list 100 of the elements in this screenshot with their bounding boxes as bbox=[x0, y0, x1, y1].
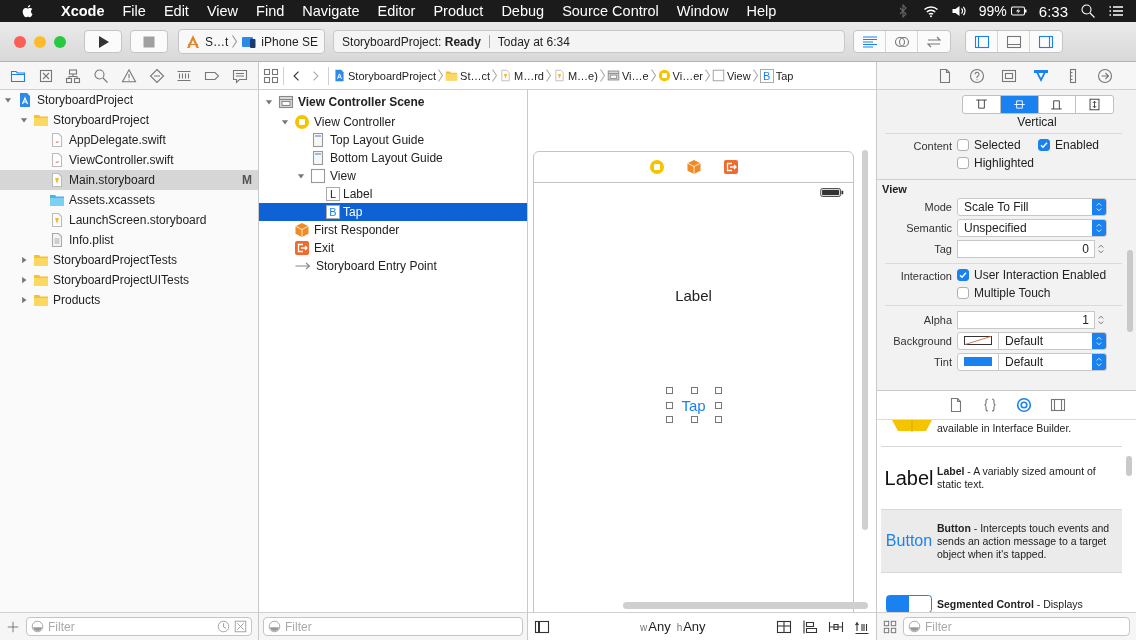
checkbox[interactable] bbox=[957, 157, 969, 169]
disclosure-triangle-icon[interactable] bbox=[19, 255, 29, 265]
project-tree-row[interactable]: Assets.xcassets bbox=[0, 190, 258, 210]
film-icon bbox=[1049, 397, 1066, 413]
clock-icon[interactable] bbox=[217, 620, 230, 633]
outline-item[interactable]: Storyboard Entry Point bbox=[259, 257, 527, 275]
outline-item[interactable]: Bottom Layout Guide bbox=[259, 149, 527, 167]
menu-item[interactable]: Edit bbox=[154, 3, 198, 19]
menu-item[interactable]: Editor bbox=[368, 3, 425, 19]
disclosure-triangle-icon[interactable] bbox=[19, 115, 29, 125]
checkbox[interactable] bbox=[1038, 139, 1050, 151]
library-item[interactable]: Button Button - Intercepts touch events and sends an action message to a target object when it's tapped. bbox=[881, 510, 1122, 573]
checkbox[interactable] bbox=[957, 139, 969, 151]
project-tree-row[interactable]: LaunchScreen.storyboard bbox=[0, 210, 258, 230]
outline-item[interactable]: Top Layout Guide bbox=[259, 131, 527, 149]
grid-icon[interactable] bbox=[263, 67, 279, 84]
disclosure-triangle-icon[interactable] bbox=[264, 97, 274, 107]
path-item[interactable]: View bbox=[712, 69, 751, 82]
outline-item[interactable]: First Responder bbox=[259, 221, 527, 239]
disclosure-triangle-icon[interactable] bbox=[296, 171, 306, 181]
selection-handle[interactable] bbox=[690, 416, 698, 423]
color-popup-button[interactable]: Default bbox=[957, 352, 1107, 371]
menu-item[interactable]: Product bbox=[424, 3, 493, 19]
filter-field[interactable]: Filter bbox=[903, 617, 1130, 636]
menu-item[interactable]: Help bbox=[737, 3, 786, 19]
scrollbar[interactable] bbox=[1127, 250, 1133, 332]
app-menu[interactable]: Xcode bbox=[52, 3, 114, 19]
library-item[interactable]: available in Interface Builder. bbox=[881, 420, 1122, 447]
scrollbar[interactable] bbox=[862, 150, 868, 530]
project-tree-row[interactable]: StoryboardProject bbox=[0, 90, 258, 110]
number-field[interactable]: 1 bbox=[957, 310, 1095, 329]
project-tree-row[interactable]: Main.storyboard M bbox=[0, 170, 258, 190]
type-glyph: B bbox=[326, 205, 340, 219]
path-item[interactable]: B Tap bbox=[759, 68, 794, 83]
path-item[interactable]: Vi…e bbox=[606, 69, 649, 82]
disclosure-triangle-icon[interactable] bbox=[19, 295, 29, 305]
path-item[interactable]: StoryboardProject bbox=[333, 69, 437, 82]
menu-item[interactable]: Source Control bbox=[553, 3, 668, 19]
path-item[interactable]: M…rd bbox=[499, 69, 544, 82]
disclosure-triangle-icon[interactable] bbox=[19, 275, 29, 285]
destination-button[interactable]: iPhone SE bbox=[239, 33, 321, 50]
disclosure-triangle-icon[interactable] bbox=[3, 95, 13, 105]
alignment-segment[interactable] bbox=[1000, 96, 1039, 113]
disclosure-triangle-icon[interactable] bbox=[280, 117, 290, 127]
stop-button[interactable] bbox=[130, 30, 168, 53]
number-field[interactable]: 0 bbox=[957, 239, 1095, 258]
menu-item[interactable]: Navigate bbox=[293, 3, 369, 19]
clock[interactable]: 6:33 bbox=[1038, 2, 1068, 20]
checkbox[interactable] bbox=[957, 269, 969, 281]
filter-field[interactable]: Filter bbox=[263, 617, 523, 636]
search-icon[interactable] bbox=[1080, 3, 1096, 19]
outline-item[interactable]: View bbox=[259, 167, 527, 185]
outline-item[interactable]: Exit bbox=[259, 239, 527, 257]
exit-icon[interactable] bbox=[722, 159, 739, 175]
scrollbar[interactable] bbox=[1126, 456, 1132, 476]
path-item[interactable]: Vi…er bbox=[657, 69, 703, 82]
popup-button[interactable]: Scale To Fill bbox=[957, 197, 1107, 216]
status-letter: M bbox=[242, 173, 252, 187]
project-tree-row[interactable]: StoryboardProjectTests bbox=[0, 250, 258, 270]
selection-handle[interactable] bbox=[690, 387, 698, 394]
crossed-square-icon[interactable] bbox=[234, 620, 247, 633]
size-class[interactable]: wAny bbox=[640, 619, 671, 634]
menu-item[interactable]: View bbox=[197, 3, 248, 19]
menu-item[interactable]: Find bbox=[247, 3, 294, 19]
checkbox[interactable] bbox=[957, 287, 969, 299]
outline-item[interactable]: View Controller Scene bbox=[259, 91, 527, 113]
close-button[interactable] bbox=[14, 35, 26, 48]
volume-icon[interactable] bbox=[950, 3, 967, 19]
filter-field[interactable]: Filter bbox=[26, 617, 252, 636]
project-tree-row[interactable]: StoryboardProject bbox=[0, 110, 258, 130]
chevron-icon bbox=[545, 69, 551, 82]
list-icon[interactable] bbox=[1108, 3, 1124, 19]
run-button[interactable] bbox=[84, 30, 122, 53]
outline-item[interactable]: L Label bbox=[259, 185, 527, 203]
grid-icon[interactable] bbox=[883, 618, 897, 635]
scrollbar[interactable] bbox=[623, 602, 868, 609]
project-tree-row[interactable]: ViewController.swift bbox=[0, 150, 258, 170]
path-item[interactable]: St…ct bbox=[445, 69, 490, 82]
menu-item[interactable]: File bbox=[113, 3, 155, 19]
path-item[interactable]: M…e) bbox=[552, 69, 598, 82]
project-tree-row[interactable]: StoryboardProjectUITests bbox=[0, 270, 258, 290]
outline-item[interactable]: B Tap bbox=[259, 203, 527, 221]
size-class[interactable]: hAny bbox=[676, 619, 706, 634]
library-item[interactable]: Segmented Control - Displays bbox=[881, 573, 1122, 612]
color-popup-button[interactable]: Default bbox=[957, 331, 1107, 350]
menu-item[interactable]: Debug bbox=[492, 3, 554, 19]
popup-button[interactable]: Unspecified bbox=[957, 218, 1107, 237]
scheme-button[interactable]: S…t bbox=[183, 33, 231, 50]
battery-icon[interactable] bbox=[1010, 3, 1027, 19]
project-tree-row[interactable]: Products bbox=[0, 290, 258, 310]
project-tree-row[interactable]: AppDelegate.swift bbox=[0, 130, 258, 150]
menu-item[interactable]: Window bbox=[667, 3, 738, 19]
outline-item[interactable]: View Controller bbox=[259, 113, 527, 131]
sidebar-icon[interactable] bbox=[534, 618, 550, 635]
cube-icon[interactable] bbox=[685, 159, 702, 175]
project-tree-row[interactable]: Info.plist bbox=[0, 230, 258, 250]
stack-icon[interactable] bbox=[776, 618, 792, 635]
wifi-icon[interactable] bbox=[922, 3, 939, 19]
align-icon[interactable] bbox=[802, 618, 818, 635]
chevron-icon bbox=[599, 69, 605, 82]
